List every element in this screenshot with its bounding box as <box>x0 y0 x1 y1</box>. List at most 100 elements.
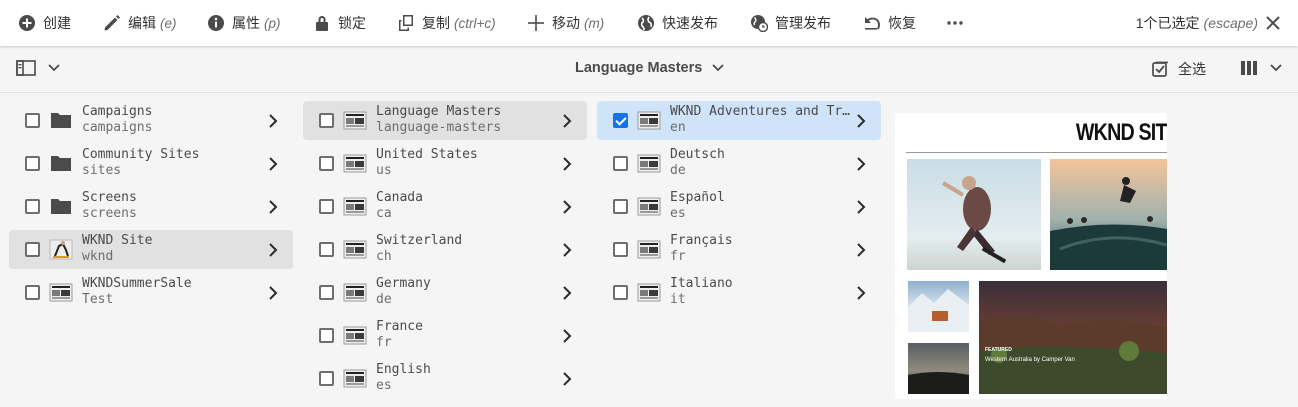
rail-toggle-button[interactable] <box>16 60 60 76</box>
list-item[interactable]: Français fr <box>597 230 881 269</box>
item-text: Canada ca <box>376 190 556 222</box>
list-item[interactable]: Germany de <box>303 273 587 312</box>
restore-button[interactable]: 恢复 <box>863 0 916 46</box>
row-checkbox[interactable] <box>25 199 40 214</box>
list-item[interactable]: Español es <box>597 187 881 226</box>
row-checkbox[interactable] <box>613 199 628 214</box>
list-item[interactable]: WKND Site wknd <box>9 230 293 269</box>
row-checkbox[interactable] <box>613 242 628 257</box>
list-item[interactable]: United States us <box>303 144 587 183</box>
chevron-right-icon[interactable] <box>562 157 572 171</box>
chevron-down-icon <box>712 64 724 72</box>
item-title: France <box>376 319 423 334</box>
row-checkbox[interactable] <box>613 156 628 171</box>
row-checkbox[interactable] <box>319 156 334 171</box>
row-checkbox[interactable] <box>319 371 334 386</box>
row-checkbox[interactable] <box>319 285 334 300</box>
chevron-right-icon[interactable] <box>856 286 866 300</box>
chevron-right-icon[interactable] <box>562 114 572 128</box>
row-checkbox[interactable] <box>25 113 40 128</box>
properties-button[interactable]: 属性 (p) <box>207 0 281 46</box>
move-icon <box>528 15 544 31</box>
item-title: Germany <box>376 276 431 291</box>
item-slug: language-masters <box>376 120 502 135</box>
quick-publish-button[interactable]: 快速发布 <box>637 0 718 46</box>
list-item[interactable]: Campaigns campaigns <box>9 101 293 140</box>
chevron-right-icon[interactable] <box>268 157 278 171</box>
list-item[interactable]: France fr <box>303 316 587 355</box>
create-button[interactable]: 创建 <box>18 0 71 46</box>
chevron-right-icon[interactable] <box>562 329 572 343</box>
list-item[interactable]: Switzerland ch <box>303 230 587 269</box>
move-label: 移动 <box>552 15 580 31</box>
list-item[interactable]: Canada ca <box>303 187 587 226</box>
list-item[interactable]: WKND Adventures and Tr… en <box>597 101 881 140</box>
row-checkbox[interactable] <box>319 242 334 257</box>
row-checkbox[interactable] <box>613 113 628 128</box>
chevron-right-icon[interactable] <box>562 286 572 300</box>
chevron-right-icon[interactable] <box>562 200 572 214</box>
chevron-right-icon[interactable] <box>856 157 866 171</box>
row-checkbox[interactable] <box>25 285 40 300</box>
row-checkbox[interactable] <box>319 113 334 128</box>
row-checkbox[interactable] <box>319 199 334 214</box>
item-slug: ch <box>376 249 392 264</box>
list-item[interactable]: Language Masters language-masters <box>303 101 587 140</box>
lock-label: 锁定 <box>338 15 366 31</box>
edit-button[interactable]: 编辑 (e) <box>103 0 177 46</box>
list-item[interactable]: Deutsch de <box>597 144 881 183</box>
item-text: United States us <box>376 147 556 179</box>
move-button[interactable]: 移动 (m) <box>527 0 604 46</box>
globe-clock-icon <box>751 15 768 32</box>
chevron-right-icon[interactable] <box>856 200 866 214</box>
create-label: 创建 <box>43 15 71 31</box>
item-title: WKND Adventures and Tr… <box>670 104 850 119</box>
copy-button[interactable]: 复制 (ctrl+c) <box>397 0 496 46</box>
view-switcher[interactable] <box>1240 60 1282 76</box>
item-slug: de <box>376 292 392 307</box>
lock-button[interactable]: 锁定 <box>313 0 366 46</box>
selection-count-label: 1个已选定 <box>1135 15 1200 31</box>
preview-divider <box>906 152 1167 153</box>
chevron-right-icon[interactable] <box>268 243 278 257</box>
more-actions-button[interactable] <box>946 0 964 46</box>
item-title: Español <box>670 190 725 205</box>
preview-image-canyon: FEATURED Western Australia by Camper Van <box>979 281 1167 394</box>
action-bar: 创建 编辑 (e) 属性 (p) 锁定 复制 (ctrl+c) 移动 (m) 快… <box>0 0 1298 46</box>
row-checkbox[interactable] <box>25 156 40 171</box>
chevron-right-icon[interactable] <box>562 243 572 257</box>
move-shortcut: (m) <box>584 15 605 31</box>
chevron-right-icon[interactable] <box>268 286 278 300</box>
list-item[interactable]: Screens screens <box>9 187 293 226</box>
item-text: WKNDSummerSale Test <box>82 276 262 308</box>
manage-publication-button[interactable]: 管理发布 <box>750 0 831 46</box>
page-thumbnail <box>343 109 367 131</box>
list-item[interactable]: Italiano it <box>597 273 881 312</box>
select-all-button[interactable]: 全选 <box>1152 59 1206 79</box>
item-text: English es <box>376 362 556 394</box>
page-thumbnail <box>343 281 367 303</box>
chevron-right-icon[interactable] <box>856 243 866 257</box>
item-title: United States <box>376 147 478 162</box>
page-thumbnail <box>49 238 73 260</box>
list-item[interactable]: English es <box>303 359 587 398</box>
edit-shortcut: (e) <box>160 15 177 31</box>
row-checkbox[interactable] <box>25 242 40 257</box>
close-icon[interactable] <box>1264 14 1282 32</box>
breadcrumb[interactable]: Language Masters <box>575 60 724 76</box>
column-language-masters: WKND Adventures and Tr… en Deutsch de Españo… <box>588 93 882 407</box>
chevron-right-icon[interactable] <box>856 114 866 128</box>
list-item[interactable]: Community Sites sites <box>9 144 293 183</box>
row-checkbox[interactable] <box>319 328 334 343</box>
item-text: Campaigns campaigns <box>82 104 262 136</box>
list-item[interactable]: WKNDSummerSale Test <box>9 273 293 312</box>
chevron-right-icon[interactable] <box>268 114 278 128</box>
preview-site-title: WKND SIT <box>1076 119 1167 146</box>
chevron-right-icon[interactable] <box>268 200 278 214</box>
preview-featured-title: Western Australia by Camper Van <box>985 357 1075 363</box>
info-icon <box>208 15 224 31</box>
row-checkbox[interactable] <box>613 285 628 300</box>
item-title: Campaigns <box>82 104 153 119</box>
chevron-right-icon[interactable] <box>562 372 572 386</box>
item-text: WKND Site wknd <box>82 233 262 265</box>
